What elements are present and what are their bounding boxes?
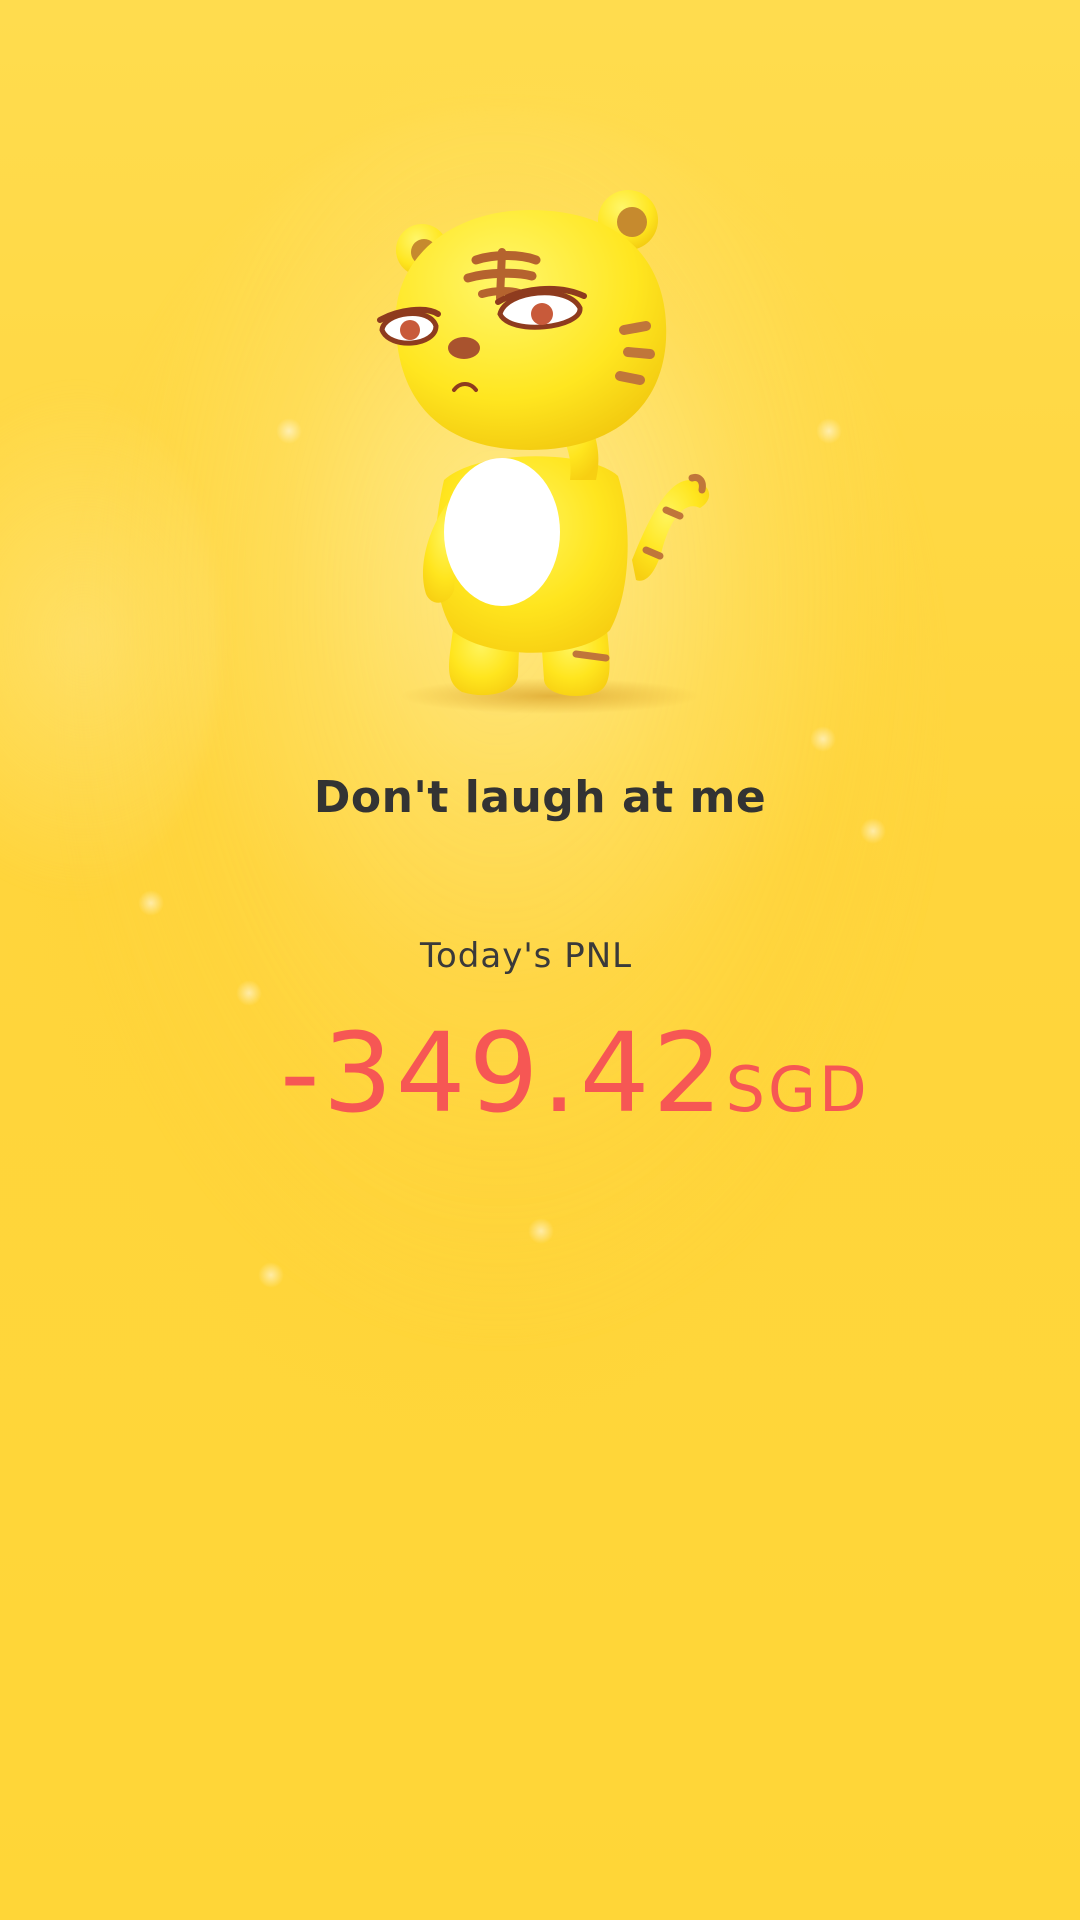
sparkle <box>810 726 836 752</box>
pnl-share-screen: Don't laugh at me Today's PNL -349.42SGD <box>0 0 1080 1920</box>
pnl-label: Today's PNL <box>420 936 633 976</box>
pnl-value: -349.42 <box>280 1009 726 1137</box>
sparkle <box>236 980 262 1006</box>
pnl-amount: -349.42SGD <box>280 1008 870 1138</box>
sparkle <box>138 890 164 916</box>
sparkle <box>276 418 302 444</box>
pnl-currency: SGD <box>725 1053 870 1126</box>
sparkle <box>528 1218 554 1244</box>
tagline: Don't laugh at me <box>313 772 767 823</box>
sparkle <box>258 1262 284 1288</box>
sparkle <box>816 418 842 444</box>
tiger-mascot-icon <box>377 190 710 714</box>
